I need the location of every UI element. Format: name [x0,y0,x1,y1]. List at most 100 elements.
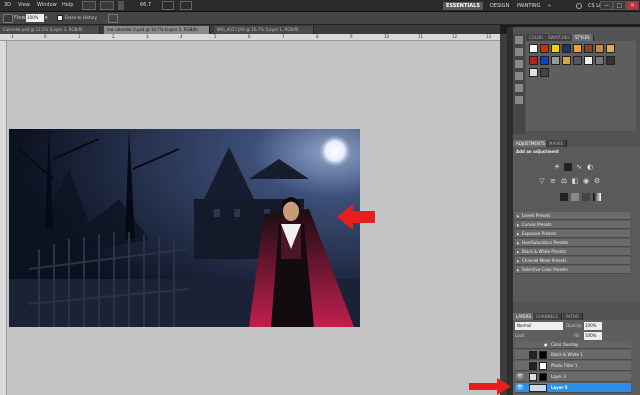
history-icon[interactable] [515,36,523,44]
tab-calender[interactable]: Calender.psd @ 12.5% (Layer 3, RGB/8) [0,26,100,34]
brush-panel-icon[interactable] [515,60,523,68]
character-icon[interactable] [515,84,523,92]
opacity-input[interactable]: 100% [584,322,602,330]
workspace-painting[interactable]: PAINTING [514,2,543,10]
style-swatch[interactable] [584,56,593,65]
visibility-toggle[interactable] [516,351,524,359]
tab-me-calender[interactable]: me calender 2.psd @ 16.7% (Layer 5, RGB/… [104,26,210,34]
exposure-icon[interactable]: ◐ [586,163,594,171]
workspace-more[interactable]: » [545,2,554,10]
bridge-icon[interactable] [82,1,96,10]
flow-dropdown-icon[interactable]: ▾ [45,15,48,21]
menu-help[interactable]: Help [62,2,73,8]
blend-mode-select[interactable]: Normal [515,322,563,330]
tablet-pressure-icon[interactable] [108,14,118,23]
layer-row[interactable]: Black & White 1 [515,350,631,360]
preset-selective-color[interactable]: Selective Color Presets [515,266,630,274]
fill-input[interactable]: 100% [584,332,602,340]
style-swatch[interactable] [540,44,549,53]
eye-icon[interactable]: 👁 [516,384,524,392]
document-image[interactable] [9,129,360,327]
minimize-button[interactable]: − [600,1,613,10]
close-button[interactable]: ✕ [626,1,639,10]
maximize-button[interactable]: □ [613,1,626,10]
preset-levels[interactable]: Levels Presets [515,212,630,220]
layer-thumbnail [529,384,547,392]
style-swatch[interactable] [584,44,593,53]
style-swatch[interactable] [573,44,582,53]
menu-window[interactable]: Window [37,2,57,8]
style-swatch[interactable] [606,44,615,53]
zoom-level[interactable]: 66.7 [140,2,151,8]
tab-swatches[interactable]: SWATCHES [545,34,574,41]
tab-img-4027[interactable]: IMG_4027.JPG @ 16.7% (Layer 1, RGB/8) [214,26,314,34]
preset-curves[interactable]: Curves Presets [515,221,630,229]
adjustment-thumbnail [529,351,537,359]
style-swatch[interactable] [529,56,538,65]
preset-channel-mixer[interactable]: Channel Mixer Presets [515,257,630,265]
style-swatch[interactable] [595,44,604,53]
preset-hue-saturation[interactable]: Hue/Saturation Presets [515,239,630,247]
menu-3d[interactable]: 3D [4,2,11,8]
hand-icon[interactable] [118,1,124,10]
hue-saturation-icon[interactable]: ≡ [549,177,557,185]
preset-exposure[interactable]: Exposure Presets [515,230,630,238]
vertical-scrollbar[interactable] [500,34,507,395]
channel-mixer-icon[interactable]: ⚙ [593,177,601,185]
actions-icon[interactable] [515,48,523,56]
tool-preset-icon[interactable] [3,14,13,23]
vibrance-icon[interactable]: ▽ [538,177,546,185]
tab-color[interactable]: COLOR [526,34,547,41]
horizontal-ruler: -1 0 1 2 3 4 5 6 7 8 9 10 11 12 13 [0,34,500,41]
workspace-essentials[interactable]: ESSENTIALS [443,2,483,10]
menu-view[interactable]: View [18,2,30,8]
minibridge-icon[interactable] [100,1,114,10]
tab-layers[interactable]: LAYERS [513,313,536,320]
flow-input[interactable]: 100% [26,14,44,22]
style-swatch[interactable] [529,44,538,53]
photo-filter-icon[interactable]: ◉ [582,177,590,185]
layer-name: Layer 3 [551,374,566,379]
visibility-toggle[interactable] [516,362,524,370]
style-swatch[interactable] [540,68,549,77]
paragraph-icon[interactable] [515,96,523,104]
lock-label: Lock: [515,333,526,338]
workspace-design[interactable]: DESIGN [487,2,512,10]
style-swatch[interactable] [551,56,560,65]
style-swatch[interactable] [540,56,549,65]
posterize-icon[interactable] [571,193,579,201]
brightness-icon[interactable]: ☀ [553,163,561,171]
threshold-icon[interactable] [582,193,590,201]
style-swatch[interactable] [606,56,615,65]
style-swatch[interactable] [562,44,571,53]
adjustments-title: Add an adjustment [516,149,559,154]
layer-row[interactable]: 👁 Layer 3 [515,372,631,382]
tab-channels[interactable]: CHANNELS [533,313,562,320]
levels-icon[interactable] [564,163,572,171]
arrange-icon[interactable] [162,1,174,10]
color-balance-icon[interactable]: ⚖ [560,177,568,185]
erase-history-checkbox[interactable] [57,15,63,21]
ruler-label: 6 [248,34,251,39]
curves-icon[interactable]: ∿ [575,163,583,171]
layer-effect-row[interactable]: ● Color Overlay [515,341,631,349]
tab-paths[interactable]: PATHS [563,313,583,320]
style-swatch[interactable] [551,44,560,53]
tab-styles[interactable]: STYLES [572,34,594,41]
style-swatch[interactable] [595,56,604,65]
invert-icon[interactable] [560,193,568,201]
ruler-label: 9 [350,34,353,39]
tab-adjustments[interactable]: ADJUSTMENTS [513,140,549,147]
style-swatch[interactable] [529,68,538,77]
layer-row[interactable]: Photo Filter 1 [515,361,631,371]
screen-mode-icon[interactable] [180,1,192,10]
clone-source-icon[interactable] [515,72,523,80]
layer-row-selected[interactable]: 👁 Layer 5 [515,383,631,393]
eye-icon[interactable]: 👁 [516,373,524,381]
preset-black-white[interactable]: Black & White Presets [515,248,630,256]
tab-masks[interactable]: MASKS [546,140,567,147]
style-swatch[interactable] [573,56,582,65]
style-swatch[interactable] [562,56,571,65]
black-white-icon[interactable]: ◧ [571,177,579,185]
gradient-map-icon[interactable] [593,193,601,201]
